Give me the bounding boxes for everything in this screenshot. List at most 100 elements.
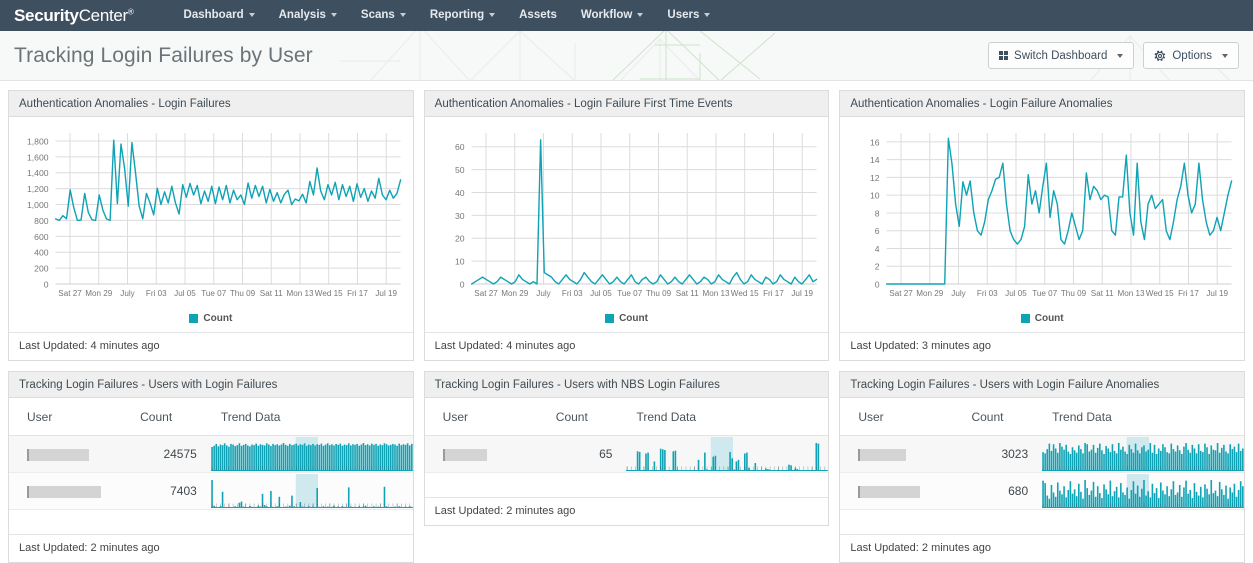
- column-header-count[interactable]: Count: [549, 398, 627, 436]
- cell-trend-data: [626, 435, 829, 473]
- sparkline-bar: [1137, 485, 1139, 508]
- nav-users[interactable]: Users: [655, 0, 722, 31]
- column-header-user[interactable]: User: [9, 398, 135, 436]
- sparkline-bar: [293, 444, 295, 471]
- panel-users-with-login-failures: Tracking Login Failures - Users with Log…: [8, 371, 414, 563]
- sparkline-bar: [234, 446, 236, 471]
- chart-login-failures[interactable]: 0 200 400 600 800 1,000 1,200 1,400 1,600 1,800 Sa…: [11, 125, 407, 310]
- sparkline-bar: [314, 445, 316, 471]
- sparkline-bar: [1204, 484, 1206, 508]
- cell-user: [9, 472, 135, 510]
- sparkline-users-with-login-failure-anomalies-row-2[interactable]: [1042, 474, 1245, 508]
- sparkline-bar: [1166, 452, 1169, 471]
- redacted-username: [442, 448, 487, 461]
- sparkline-bar: [356, 443, 358, 471]
- nav-reporting[interactable]: Reporting: [418, 0, 507, 31]
- sparkline-bar: [1166, 486, 1169, 508]
- sparkline-bar: [1052, 444, 1055, 471]
- nav-item-label: Reporting: [429, 9, 485, 21]
- table-row[interactable]: 65: [424, 435, 829, 473]
- table-row[interactable]: 24575: [9, 435, 413, 473]
- brand-light: Center: [78, 5, 129, 25]
- x-axis-tick-label: Fri 03: [146, 289, 167, 298]
- sparkline-bar: [1099, 493, 1101, 508]
- x-axis-tick-label: Tue 07: [1033, 289, 1058, 298]
- sparkline-bar: [1094, 452, 1097, 471]
- x-axis-tick-label: Jul 05: [1006, 289, 1028, 298]
- sparkline-bar: [1216, 496, 1219, 508]
- sparkline-bar: [1078, 445, 1080, 471]
- sparkline-bar: [1212, 449, 1215, 471]
- column-header-count[interactable]: Count: [134, 398, 211, 436]
- sparkline-bar: [654, 461, 656, 471]
- nav-workflow[interactable]: Workflow: [569, 0, 656, 31]
- x-axis-tick-label: Fri 03: [562, 289, 583, 298]
- chevron-down-icon: [1117, 53, 1124, 58]
- panel-title: Authentication Anomalies - Login Failure…: [424, 91, 829, 117]
- nav-scans[interactable]: Scans: [349, 0, 418, 31]
- sparkline-users-with-login-failures-row-2[interactable]: [210, 474, 413, 508]
- nav-dashboard[interactable]: Dashboard: [172, 0, 267, 31]
- column-header-trend[interactable]: Trend Data: [210, 398, 413, 436]
- sparkline-bar: [225, 445, 228, 471]
- sparkline-bar: [1183, 446, 1185, 471]
- x-axis-tick-label: Mon 29: [501, 289, 529, 298]
- sparkline-bar: [1141, 447, 1143, 471]
- table-row[interactable]: 7403: [9, 472, 413, 510]
- panel-users-with-nbs-login-failures: Tracking Login Failures - Users with NBS…: [423, 371, 830, 526]
- chart-login-failure-first-time-events[interactable]: 0 10 20 30 40 50 60 Sat 27 Mon 29 July Fri 03 Jul 0…: [427, 125, 823, 310]
- column-header-count[interactable]: Count: [965, 398, 1043, 436]
- column-header-trend[interactable]: Trend Data: [1042, 398, 1245, 436]
- sparkline-bar: [1242, 486, 1244, 508]
- sparkline-bar: [1086, 488, 1089, 508]
- column-header-user[interactable]: User: [840, 398, 966, 436]
- x-axis-tick-label: Mon 29: [917, 289, 945, 298]
- chart-line-count: [470, 139, 817, 285]
- sparkline-bar: [1082, 498, 1084, 508]
- cell-trend-data: [1042, 472, 1245, 510]
- table-header-row: User Count Trend Data: [840, 398, 1245, 436]
- panel-login-failure-anomalies: Authentication Anomalies - Login Failure…: [839, 90, 1246, 361]
- sparkline-bar: [1153, 444, 1156, 471]
- cell-trend-data: [210, 435, 413, 473]
- nav-analysis[interactable]: Analysis: [267, 0, 349, 31]
- sparkline-bar: [343, 444, 346, 471]
- sparkline-bar: [704, 452, 707, 471]
- x-axis-tick-label: Mon 13: [286, 289, 314, 298]
- table-row[interactable]: 3023: [840, 435, 1245, 473]
- brand-logo[interactable]: SecurityCenter®: [14, 6, 134, 26]
- cell-user: [424, 435, 550, 473]
- chart-line-count: [886, 137, 1233, 285]
- sparkline-bar: [1132, 452, 1135, 471]
- sparkline-bar: [1162, 490, 1164, 508]
- sparkline-bar: [393, 444, 396, 471]
- table-body: 3023 680: [840, 435, 1245, 510]
- sparkline-users-with-login-failures-row-1[interactable]: [210, 437, 413, 471]
- y-axis-tick-label: 0: [44, 280, 49, 290]
- column-header-trend[interactable]: Trend Data: [626, 398, 829, 436]
- column-header-user[interactable]: User: [424, 398, 550, 436]
- switch-dashboard-button[interactable]: Switch Dashboard: [987, 42, 1135, 69]
- panel-login-failure-first-time-events: Authentication Anomalies - Login Failure…: [423, 90, 830, 361]
- sparkline-users-with-login-failure-anomalies-row-1[interactable]: [1042, 437, 1245, 471]
- nav-assets[interactable]: Assets: [507, 0, 569, 31]
- sparkline-users-with-nbs-login-failures-row-1[interactable]: [626, 437, 829, 471]
- chart-login-failure-anomalies[interactable]: 0 2 4 6 8 10 12 14 16 Sat 27 Mon 29 July Fri 03 Jul 0…: [842, 125, 1238, 310]
- y-axis-tick-label: 6: [875, 226, 880, 236]
- cell-user: [9, 435, 135, 473]
- table-row[interactable]: 680: [840, 472, 1245, 510]
- sparkline-bar: [1065, 444, 1068, 471]
- sparkline-bar: [1052, 492, 1055, 508]
- sparkline-bar: [1237, 443, 1240, 471]
- redacted-username: [27, 448, 89, 461]
- sparkline-bar: [364, 445, 367, 471]
- users-table: User Count Trend Data 65: [424, 398, 829, 473]
- y-axis-tick-label: 30: [455, 211, 465, 221]
- sparkline-bar: [1082, 453, 1084, 471]
- switch-dashboard-label: Switch Dashboard: [1014, 49, 1108, 62]
- options-button[interactable]: Options: [1143, 42, 1239, 69]
- x-axis-tick-label: Fri 17: [347, 289, 368, 298]
- x-axis-tick-label: Wed 15: [1146, 289, 1174, 298]
- x-axis-tick-label: July: [120, 289, 134, 298]
- legend-label-count: Count: [203, 313, 233, 324]
